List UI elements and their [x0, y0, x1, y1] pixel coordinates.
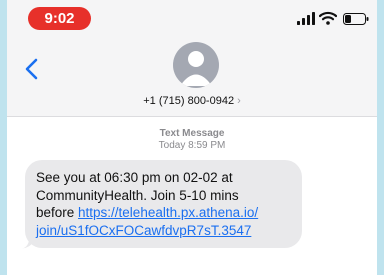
contact-phone-row[interactable]: +1 (715) 800-0942 ›: [7, 94, 377, 108]
message-timestamp: Today 8:59 PM: [158, 140, 226, 151]
message-type-label: Text Message: [159, 128, 225, 139]
contact-phone: +1 (715) 800-0942: [143, 95, 235, 107]
person-avatar-icon: [180, 51, 212, 86]
status-time: 9:02: [28, 7, 91, 30]
cellular-signal-icon: [297, 12, 315, 25]
conversation-header: 9:02 +1 (715) 800-0942 ›: [7, 0, 377, 117]
wifi-icon: [319, 11, 337, 25]
message-line-with-link: before https://telehealth.px.athena.io/: [36, 204, 292, 222]
chevron-right-icon: ›: [237, 95, 241, 107]
thread-meta: Text Message Today 8:59 PM: [7, 128, 377, 152]
message-bubble[interactable]: See you at 06:30 pm on 02-02 at Communit…: [25, 160, 302, 248]
message-text: before: [36, 205, 79, 220]
message-line: CommunityHealth. Join 5-10 mins: [36, 187, 239, 203]
message-line: join/uS1fOCxFOCawfdvpR7sT.3547: [36, 222, 292, 240]
telehealth-link-continued[interactable]: join/uS1fOCxFOCawfdvpR7sT.3547: [36, 223, 251, 238]
telehealth-link[interactable]: https://telehealth.px.athena.io/: [78, 205, 258, 220]
message-line: See you at 06:30 pm on 02-02 at: [36, 170, 233, 185]
battery-icon: [343, 13, 369, 25]
messages-screen: 9:02 +1 (715) 800-0942 › Text Message To…: [7, 0, 377, 275]
back-chevron-icon[interactable]: [21, 57, 43, 81]
contact-avatar[interactable]: [173, 42, 219, 88]
